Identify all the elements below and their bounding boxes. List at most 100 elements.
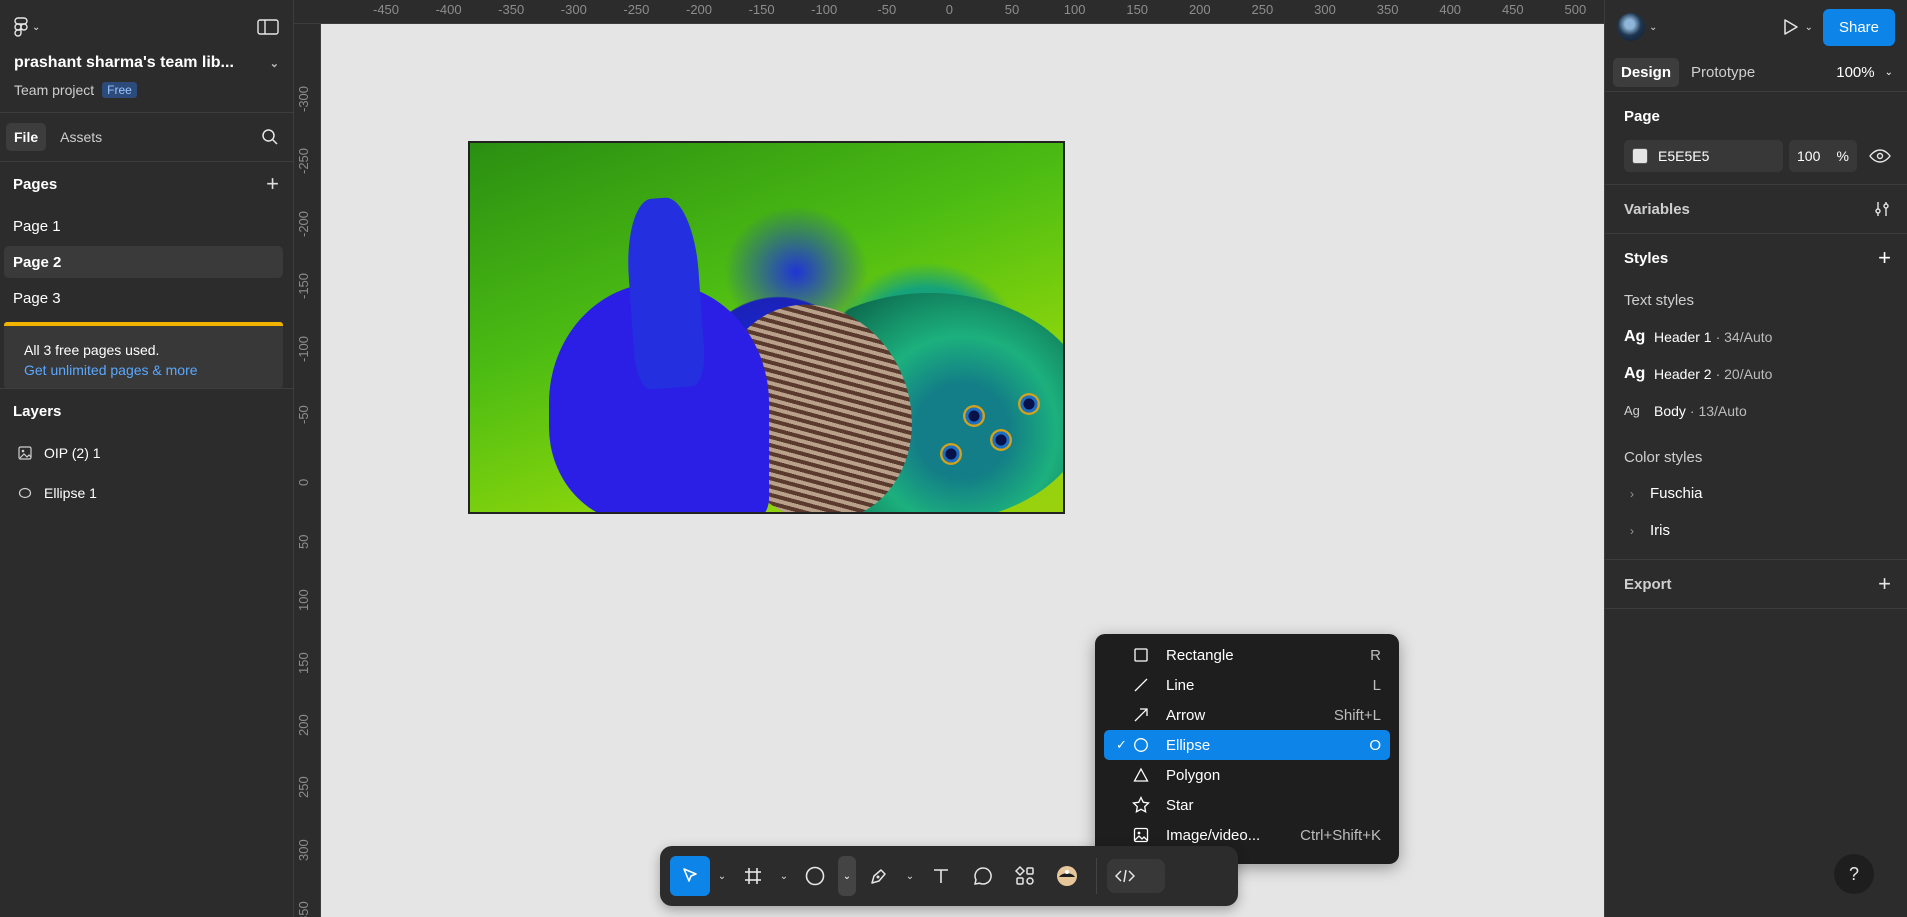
avatar[interactable] [1617,13,1645,41]
menu-item-label: Polygon [1166,766,1221,784]
chevron-down-icon[interactable]: ⌄ [270,57,279,70]
right-topbar: ⌄ ⌄ Share [1605,0,1907,54]
layer-item[interactable]: OIP (2) 1 [0,433,293,473]
ruler-tick-label: 250 [296,776,311,799]
menu-item-arrow[interactable]: Arrow Shift+L [1104,700,1390,730]
tab-file[interactable]: File [6,123,47,151]
export-header: Export + [1624,560,1891,608]
right-tabs: Design Prototype 100% ⌄ [1605,54,1907,92]
zoom-dropdown[interactable]: 100% ⌄ [1836,64,1899,81]
ruler-tick-label: 0 [296,479,311,487]
play-icon[interactable] [1781,18,1799,36]
styles-section: Styles + Text styles Ag Header 1 · 34/Au… [1605,234,1907,560]
page-opacity-input[interactable]: 100 % [1789,140,1857,172]
text-styles-title: Text styles [1624,291,1695,309]
check-icon: ✓ [1116,737,1127,752]
peacock-image[interactable] [468,141,1065,514]
text-style-item[interactable]: Ag Header 1 · 34/Auto [1624,318,1891,355]
page-color-input[interactable]: E5E5E5 [1624,140,1783,172]
search-icon[interactable] [261,128,279,146]
ruler-top: -450 -400 -350 -300 -250 -200 -150 -100 -50 0 50 10… [294,0,1604,24]
layer-item[interactable]: Ellipse 1 [0,473,293,513]
menu-item-ellipse[interactable]: ✓ Ellipse O [1104,730,1390,760]
add-export-icon[interactable]: + [1878,571,1891,597]
ruler-tick-label: -50 [877,2,897,17]
left-panel: ⌄ prashant sharma's team lib... ⌄ Team pr… [0,0,294,917]
actions-button[interactable] [1006,856,1044,896]
pen-tool-dropdown[interactable]: ⌄ [902,856,918,896]
menu-item-polygon[interactable]: Polygon [1104,760,1390,790]
chevron-down-icon[interactable]: ⌄ [1649,22,1657,33]
ruler-tick-label: 400 [1439,2,1462,17]
add-page-icon[interactable]: + [266,171,279,197]
line-icon [1132,676,1150,694]
export-section: Export + [1605,560,1907,609]
shape-tool-button[interactable] [796,856,834,896]
sidebar-toggle-icon[interactable] [257,19,279,35]
page-item-3[interactable]: Page 3 [4,282,283,314]
ui3-button[interactable] [1048,856,1086,896]
pen-tool-button[interactable] [860,856,898,896]
upsell-text: All 3 free pages used. [24,342,160,358]
tab-design[interactable]: Design [1613,58,1680,87]
team-name[interactable]: prashant sharma's team lib... ⌄ [14,54,279,72]
add-style-icon[interactable]: + [1878,245,1891,271]
ruler-tick-label: -300 [296,85,311,112]
eye-icon[interactable] [1869,148,1891,164]
ruler-tick-label: -200 [685,2,713,17]
chevron-right-icon[interactable]: › [1630,524,1634,538]
color-style-item[interactable]: › Iris [1624,512,1891,549]
ruler-tick-label: 250 [1251,2,1274,17]
layer-label: OIP (2) 1 [44,445,101,461]
menu-item-rectangle[interactable]: Rectangle R [1104,640,1390,670]
text-style-meta: · 13/Auto [1689,402,1747,419]
page-item-2[interactable]: Page 2 [4,246,283,278]
ruler-tick-label: 350 [1376,2,1399,17]
ruler-tick-label: -100 [296,335,311,362]
comment-tool-button[interactable] [964,856,1002,896]
chevron-down-icon[interactable]: ⌄ [1805,22,1813,33]
chevron-right-icon[interactable]: › [1630,487,1634,501]
canvas[interactable]: Rectangle R Line L Arrow Shift+L ✓ Ellip… [321,24,1604,917]
text-style-item[interactable]: Ag Header 2 · 20/Auto [1624,355,1891,392]
triangle-icon [1132,766,1150,784]
menu-item-label: Arrow [1166,706,1206,724]
chevron-down-icon: ⌄ [717,870,727,882]
text-style-meta: · 20/Auto [1715,365,1773,382]
upsell-link[interactable]: Get unlimited pages & more [24,360,263,380]
frame-tool-button[interactable] [734,856,772,896]
ruler-tick-label: 300 [1314,2,1336,17]
text-style-item[interactable]: Ag Body · 13/Auto [1624,392,1891,429]
share-button[interactable]: Share [1822,8,1895,46]
tab-assets[interactable]: Assets [52,123,110,151]
color-style-item[interactable]: › Fuschia [1624,475,1891,512]
variables-title: Variables [1624,200,1690,218]
layers-header: Layers [0,389,293,433]
export-title: Export [1624,575,1672,593]
variables-settings-icon[interactable] [1873,200,1891,218]
help-button[interactable]: ? [1834,854,1874,894]
zoom-value: 100% [1836,64,1875,81]
move-tool-dropdown[interactable]: ⌄ [714,856,730,896]
team-header: prashant sharma's team lib... ⌄ Team proj… [0,54,293,98]
tab-prototype[interactable]: Prototype [1683,58,1763,87]
move-tool-button[interactable] [670,856,710,896]
chevron-down-icon: ⌄ [1884,67,1893,78]
menu-item-shortcut: Ctrl+Shift+K [1300,826,1381,844]
menu-item-line[interactable]: Line L [1104,670,1390,700]
layer-label: Ellipse 1 [44,485,97,501]
text-tool-button[interactable] [922,856,960,896]
project-info: Team project Free [14,82,279,98]
image-eyespot [1018,393,1040,415]
ruler-tick-label: -50 [296,405,311,424]
shape-tool-dropdown[interactable]: ⌄ [838,856,856,896]
dev-mode-toggle[interactable] [1107,859,1165,893]
main-menu-button[interactable]: ⌄ [14,17,40,37]
color-swatch[interactable] [1632,148,1648,164]
page-item-1[interactable]: Page 1 [4,210,283,242]
ruler-tick-label: 350 [296,901,311,917]
frame-tool-dropdown[interactable]: ⌄ [776,856,792,896]
color-style-name: Iris [1650,522,1670,539]
styles-header: Styles + [1624,234,1891,282]
menu-item-star[interactable]: Star [1104,790,1390,820]
